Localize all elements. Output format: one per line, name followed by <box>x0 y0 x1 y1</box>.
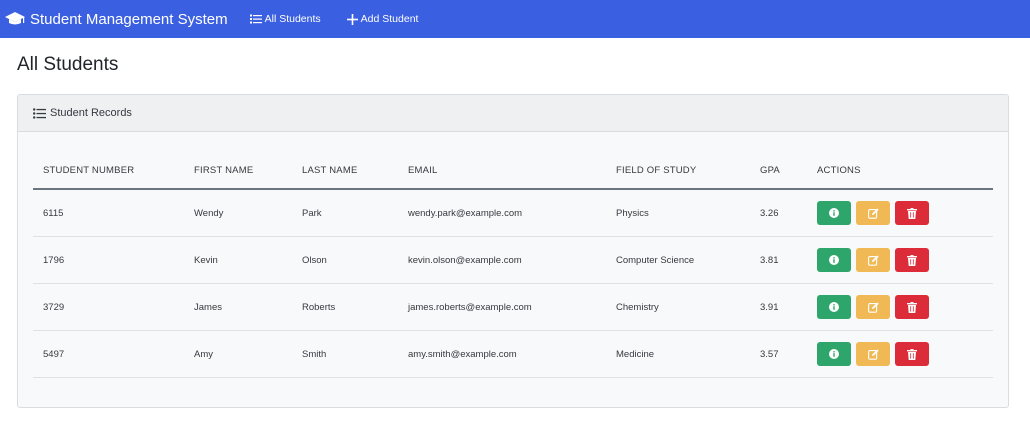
info-icon <box>829 208 839 218</box>
first-name-cell: Amy <box>184 330 292 378</box>
trash-icon <box>907 348 917 360</box>
nav-all-students[interactable]: All Students <box>249 13 321 25</box>
graduation-cap-icon <box>5 12 25 25</box>
field-of-study-cell: Chemistry <box>606 283 750 331</box>
navbar: Student Management System All Students A… <box>0 0 1030 38</box>
column-header[interactable]: STUDENT NUMBER <box>33 153 184 190</box>
edit-icon <box>867 208 879 219</box>
info-button[interactable] <box>817 342 851 366</box>
gpa-cell: 3.26 <box>750 189 807 237</box>
trash-icon <box>907 254 917 266</box>
table-row: 3729 James Roberts james.roberts@example… <box>33 283 993 331</box>
email-cell: wendy.park@example.com <box>398 189 606 237</box>
info-icon <box>829 302 839 312</box>
nav-add-student[interactable]: Add Student <box>346 13 419 25</box>
info-icon <box>829 349 839 359</box>
gpa-cell: 3.91 <box>750 283 807 331</box>
column-header[interactable]: FIELD OF STUDY <box>606 153 750 190</box>
first-name-cell: Wendy <box>184 189 292 237</box>
student-number-cell: 6115 <box>33 189 184 237</box>
brand-link[interactable]: Student Management System <box>4 11 228 28</box>
first-name-cell: James <box>184 283 292 331</box>
gpa-cell: 3.81 <box>750 236 807 284</box>
card-header-title: Student Records <box>50 107 132 119</box>
brand-label: Student Management System <box>30 10 228 28</box>
card-header: Student Records <box>18 95 1008 132</box>
column-header[interactable]: LAST NAME <box>292 153 398 190</box>
edit-button[interactable] <box>856 342 890 366</box>
edit-button[interactable] <box>856 201 890 225</box>
actions-cell <box>807 189 993 237</box>
info-button[interactable] <box>817 201 851 225</box>
delete-button[interactable] <box>895 295 929 319</box>
trash-icon <box>907 301 917 313</box>
student-number-cell: 1796 <box>33 236 184 284</box>
column-header[interactable]: GPA <box>750 153 807 190</box>
edit-button[interactable] <box>856 295 890 319</box>
email-cell: james.roberts@example.com <box>398 283 606 331</box>
column-header: ACTIONS <box>807 153 993 190</box>
page-title: All Students <box>17 54 119 75</box>
table-row: 6115 Wendy Park wendy.park@example.com P… <box>33 189 993 237</box>
trash-icon <box>907 207 917 219</box>
first-name-cell: Kevin <box>184 236 292 284</box>
field-of-study-cell: Computer Science <box>606 236 750 284</box>
student-records-card: Student Records STUDENT NUMBER FIRST NAM… <box>17 94 1009 408</box>
delete-button[interactable] <box>895 201 929 225</box>
info-button[interactable] <box>817 248 851 272</box>
info-icon <box>829 255 839 265</box>
field-of-study-cell: Physics <box>606 189 750 237</box>
table-row: 5497 Amy Smith amy.smith@example.com Med… <box>33 330 993 378</box>
table-row: 1796 Kevin Olson kevin.olson@example.com… <box>33 236 993 284</box>
last-name-cell: Smith <box>292 330 398 378</box>
list-icon <box>33 107 46 119</box>
list-icon <box>249 14 262 24</box>
info-button[interactable] <box>817 295 851 319</box>
last-name-cell: Roberts <box>292 283 398 331</box>
last-name-cell: Olson <box>292 236 398 284</box>
students-table: STUDENT NUMBER FIRST NAME LAST NAME EMAI… <box>33 153 993 378</box>
table-header-row: STUDENT NUMBER FIRST NAME LAST NAME EMAI… <box>33 153 993 190</box>
nav-all-students-label: All Students <box>264 13 321 25</box>
column-header[interactable]: EMAIL <box>398 153 606 190</box>
actions-cell <box>807 330 993 378</box>
plus-icon <box>346 13 358 25</box>
delete-button[interactable] <box>895 342 929 366</box>
edit-icon <box>867 302 879 313</box>
edit-icon <box>867 255 879 266</box>
student-number-cell: 3729 <box>33 283 184 331</box>
field-of-study-cell: Medicine <box>606 330 750 378</box>
actions-cell <box>807 283 993 331</box>
delete-button[interactable] <box>895 248 929 272</box>
email-cell: kevin.olson@example.com <box>398 236 606 284</box>
actions-cell <box>807 236 993 284</box>
nav-add-student-label: Add Student <box>360 13 419 25</box>
last-name-cell: Park <box>292 189 398 237</box>
column-header[interactable]: FIRST NAME <box>184 153 292 190</box>
email-cell: amy.smith@example.com <box>398 330 606 378</box>
edit-button[interactable] <box>856 248 890 272</box>
edit-icon <box>867 349 879 360</box>
student-number-cell: 5497 <box>33 330 184 378</box>
gpa-cell: 3.57 <box>750 330 807 378</box>
